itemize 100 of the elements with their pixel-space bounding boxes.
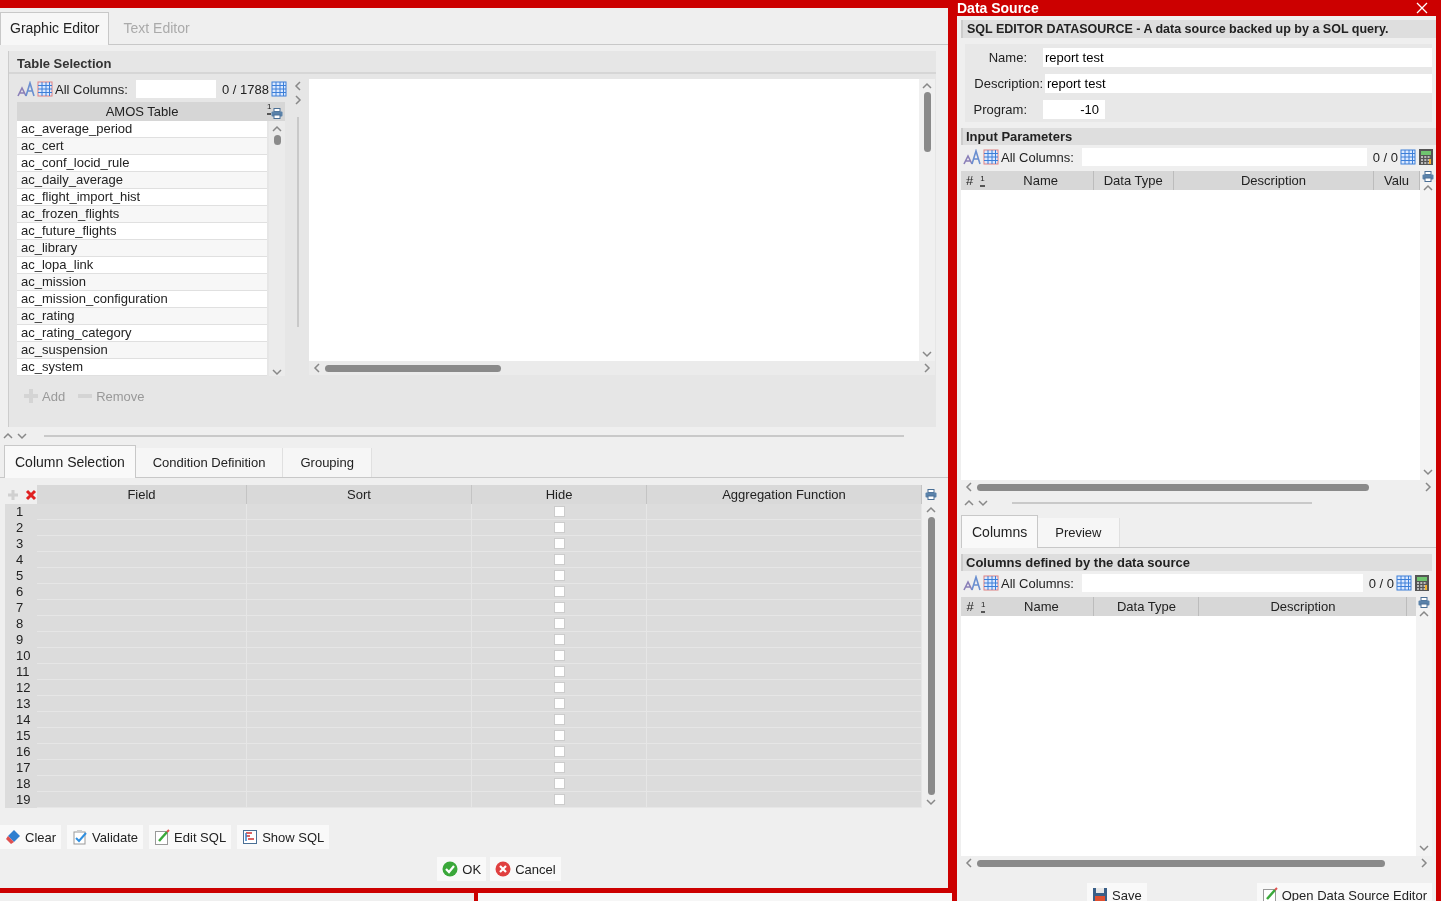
hide-checkbox[interactable] bbox=[553, 682, 565, 693]
printer-icon[interactable] bbox=[925, 489, 937, 500]
toolbar-button[interactable]: Edit SQL bbox=[149, 825, 232, 849]
panel-tab[interactable]: Columns bbox=[961, 515, 1039, 548]
table-icon[interactable] bbox=[270, 81, 287, 97]
column-header[interactable]: # bbox=[961, 597, 979, 616]
column-header[interactable]: AMOS Table bbox=[17, 102, 267, 121]
text-field[interactable]: -10 bbox=[1043, 99, 1105, 119]
hide-checkbox[interactable] bbox=[553, 522, 565, 533]
font-size-icon[interactable] bbox=[17, 81, 35, 97]
hide-checkbox[interactable] bbox=[553, 714, 565, 725]
table-icon[interactable] bbox=[1396, 575, 1412, 591]
scrollbar[interactable] bbox=[1416, 608, 1432, 856]
font-size-icon[interactable] bbox=[963, 149, 981, 165]
printer-icon[interactable] bbox=[271, 108, 283, 119]
sort-order-mark[interactable]: 1 bbox=[980, 174, 985, 187]
panel-tab[interactable]: Preview bbox=[1038, 518, 1120, 547]
chevron-up-icon[interactable] bbox=[922, 82, 932, 90]
table-icon[interactable] bbox=[1400, 149, 1416, 165]
calculator-icon[interactable] bbox=[1418, 148, 1434, 166]
sort-order-mark[interactable]: 1 bbox=[981, 600, 986, 613]
table-cell[interactable] bbox=[247, 504, 472, 520]
chevron-right-icon[interactable] bbox=[923, 363, 931, 373]
table-list-item[interactable]: ac_system bbox=[17, 359, 267, 376]
table-icon[interactable] bbox=[37, 81, 53, 97]
hide-checkbox[interactable] bbox=[553, 778, 565, 789]
table-list-item[interactable]: ac_mission bbox=[17, 274, 267, 291]
scrollbar-thumb[interactable] bbox=[325, 364, 501, 372]
query-tab[interactable]: Condition Definition bbox=[135, 448, 284, 477]
query-tab[interactable]: Grouping bbox=[283, 448, 372, 477]
table-list-item[interactable]: ac_mission_configuration bbox=[17, 291, 267, 308]
printer-icon[interactable] bbox=[1418, 597, 1430, 608]
dialog-button[interactable]: Cancel bbox=[490, 857, 561, 881]
chevron-up-icon[interactable] bbox=[1419, 610, 1429, 618]
chevron-up-icon[interactable] bbox=[3, 432, 13, 440]
hide-checkbox[interactable] bbox=[553, 634, 565, 645]
chevron-up-icon[interactable] bbox=[926, 506, 936, 514]
scrollbar[interactable] bbox=[1420, 182, 1436, 480]
query-tab[interactable]: Column Selection bbox=[4, 445, 136, 478]
hide-checkbox[interactable] bbox=[553, 602, 565, 613]
hide-checkbox[interactable] bbox=[553, 570, 565, 581]
table-list-item[interactable]: ac_suspension bbox=[17, 342, 267, 359]
hide-checkbox[interactable] bbox=[553, 698, 565, 709]
column-header[interactable]: Hide bbox=[472, 485, 647, 504]
splitter-handle[interactable] bbox=[1012, 502, 1312, 504]
chevron-up-icon[interactable] bbox=[1423, 184, 1433, 192]
toolbar-button[interactable]: Clear bbox=[0, 825, 62, 849]
table-list-item[interactable]: ac_cert bbox=[17, 138, 267, 155]
table-list-item[interactable]: ac_conf_locid_rule bbox=[17, 155, 267, 172]
chevron-down-icon[interactable] bbox=[17, 432, 27, 440]
chevron-right-icon[interactable] bbox=[1420, 858, 1428, 868]
table-list-item[interactable]: ac_future_flights bbox=[17, 223, 267, 240]
chevron-up-icon[interactable] bbox=[272, 125, 282, 133]
table-list-item[interactable]: ac_daily_average bbox=[17, 172, 267, 189]
scrollbar-thumb[interactable] bbox=[273, 135, 281, 145]
scrollbar-thumb[interactable] bbox=[927, 517, 935, 795]
chevron-down-icon[interactable] bbox=[922, 350, 932, 358]
font-size-icon[interactable] bbox=[963, 575, 981, 591]
hide-checkbox[interactable] bbox=[553, 762, 565, 773]
scrollbar[interactable] bbox=[919, 79, 935, 361]
hide-checkbox[interactable] bbox=[553, 666, 565, 677]
column-header[interactable]: Aggregation Function bbox=[647, 485, 922, 504]
filter-field[interactable] bbox=[135, 80, 216, 98]
dialog-button[interactable]: OK bbox=[437, 857, 487, 881]
table-icon[interactable] bbox=[983, 149, 999, 165]
hide-checkbox[interactable] bbox=[553, 794, 565, 805]
close-icon[interactable] bbox=[1416, 2, 1428, 14]
scrollbar-thumb[interactable] bbox=[923, 92, 931, 152]
chevron-right-icon[interactable] bbox=[1424, 482, 1432, 492]
hide-checkbox[interactable] bbox=[553, 586, 565, 597]
hide-checkbox[interactable] bbox=[553, 746, 565, 757]
chevron-right-icon[interactable] bbox=[294, 95, 302, 105]
column-header[interactable]: Field bbox=[37, 485, 247, 504]
chevron-left-icon[interactable] bbox=[294, 81, 302, 91]
table-list-item[interactable]: ac_rating bbox=[17, 308, 267, 325]
hide-checkbox[interactable] bbox=[553, 618, 565, 629]
printer-icon[interactable] bbox=[1422, 171, 1434, 182]
chevron-left-icon[interactable] bbox=[965, 482, 973, 492]
dialog-button[interactable]: Save bbox=[1087, 883, 1147, 901]
chevron-down-icon[interactable] bbox=[1423, 468, 1433, 476]
chevron-down-icon[interactable] bbox=[1419, 844, 1429, 852]
toolbar-button[interactable]: Validate bbox=[67, 825, 144, 849]
table-list-item[interactable]: ac_rating_category bbox=[17, 325, 267, 342]
calculator-icon[interactable] bbox=[1414, 574, 1430, 592]
scrollbar-thumb[interactable] bbox=[977, 483, 1369, 491]
editor-tab[interactable]: Graphic Editor bbox=[0, 12, 110, 45]
hide-checkbox[interactable] bbox=[553, 730, 565, 741]
hide-checkbox[interactable] bbox=[553, 506, 565, 517]
splitter-handle[interactable] bbox=[44, 435, 904, 437]
table-list-item[interactable]: ac_lopa_link bbox=[17, 257, 267, 274]
chevron-down-icon[interactable] bbox=[926, 798, 936, 806]
table-list-item[interactable]: ac_flight_import_hist bbox=[17, 189, 267, 206]
chevron-down-icon[interactable] bbox=[978, 499, 988, 507]
scrollbar-thumb[interactable] bbox=[977, 859, 1385, 867]
chevron-left-icon[interactable] bbox=[313, 363, 321, 373]
scrollbar[interactable] bbox=[269, 121, 285, 376]
text-field[interactable]: report test bbox=[1045, 73, 1432, 93]
table-list-item[interactable]: ac_average_period bbox=[17, 121, 267, 138]
text-field[interactable]: report test bbox=[1043, 47, 1432, 67]
table-list-item[interactable]: ac_library bbox=[17, 240, 267, 257]
